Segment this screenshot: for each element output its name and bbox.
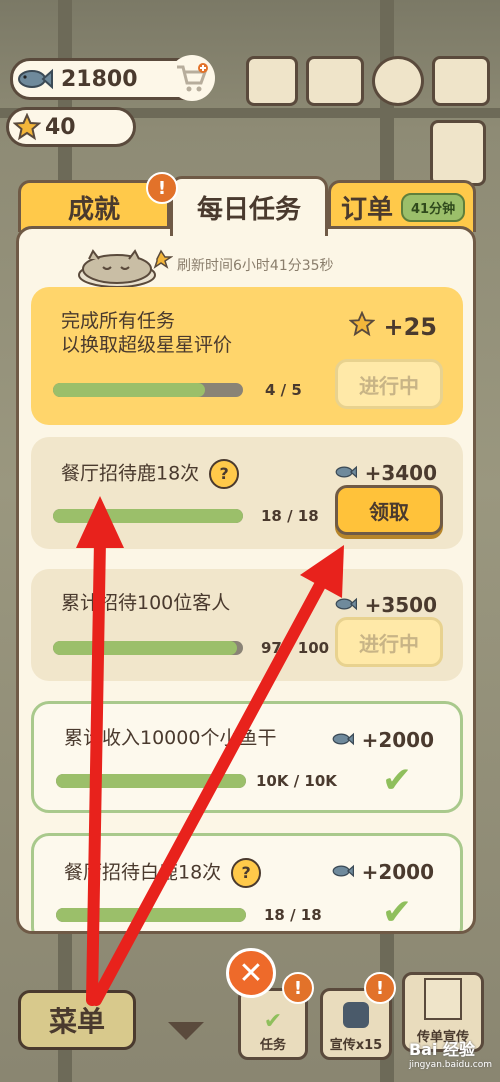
fish-reward-icon	[335, 593, 357, 617]
task-progress-fill	[53, 383, 205, 397]
tab-daily-tasks[interactable]: 每日任务	[170, 176, 328, 236]
task-reward: +2000	[332, 728, 434, 752]
fish-reward-icon	[335, 461, 357, 485]
task-reward: +3400	[335, 461, 437, 485]
task-title-line: 以换取超级星星评价	[61, 334, 233, 356]
help-icon[interactable]: ?	[209, 459, 240, 489]
task-title: 餐厅招待白鹿18次?	[64, 858, 262, 888]
task-progress-text: 18 / 18	[264, 906, 322, 924]
task-progress-bar	[53, 383, 243, 397]
collapse-arrow-icon[interactable]	[168, 1022, 204, 1040]
task-card-white-deer: 餐厅招待白鹿18次? +2000 18 / 18 ✔	[31, 833, 463, 933]
task-progress-bar	[56, 908, 246, 922]
task-title: 餐厅招待鹿18次?	[61, 459, 240, 489]
reward-amount: +25	[383, 312, 437, 341]
star-icon	[12, 112, 42, 141]
watermark-url: jingyan.baidu.com	[408, 1060, 492, 1070]
completed-check-icon: ✔	[381, 892, 412, 933]
task-card-customers: 累计招待100位客人 +3500 97 / 100 进行中	[31, 569, 463, 681]
fish-currency[interactable]: 21800	[10, 55, 215, 101]
promotion-card-icon	[343, 1002, 369, 1028]
reward-amount: +3400	[364, 461, 437, 485]
checklist-icon: ✔	[263, 1009, 283, 1034]
map-icon[interactable]	[432, 56, 490, 106]
task-progress-text: 4 / 5	[265, 381, 302, 399]
task-progress-fill	[53, 509, 243, 523]
tasks-button-label: 任务	[259, 1038, 286, 1053]
reward-amount: +3500	[364, 593, 437, 617]
in-progress-button[interactable]: 进行中	[335, 359, 443, 409]
fish-icon	[17, 67, 53, 91]
task-progress-bar	[53, 509, 243, 523]
floor-selector-icon[interactable]	[430, 120, 486, 186]
watermark-brand: Bai 经验	[408, 1040, 475, 1059]
tab-daily-label: 每日任务	[196, 195, 301, 225]
reward-amount: +2000	[361, 860, 434, 884]
fish-reward-icon	[332, 860, 354, 884]
task-card-income: 累计收入10000个小鱼干 +2000 10K / 10K ✔	[31, 701, 463, 813]
tab-orders-label: 订单	[341, 195, 394, 225]
completed-check-icon: ✔	[381, 760, 412, 801]
fish-reward-icon	[332, 728, 354, 752]
task-card-complete-all: 完成所有任务 以换取超级星星评价 +25 4 / 5 进行中	[31, 287, 463, 425]
task-progress-text: 10K / 10K	[256, 772, 337, 790]
reward-amount: +2000	[361, 728, 434, 752]
alert-badge-icon: !	[146, 172, 178, 204]
star-reward-icon	[348, 310, 376, 342]
task-reward: +25	[348, 310, 437, 342]
fish-count: 21800	[61, 66, 138, 92]
promotion-button-label: 宣传x15	[329, 1038, 383, 1053]
menu-button[interactable]: 菜单	[18, 990, 136, 1050]
refresh-timer: 刷新时间6小时41分35秒	[177, 258, 334, 274]
task-reward: +3500	[335, 593, 437, 617]
in-progress-button[interactable]: 进行中	[335, 617, 443, 667]
alert-badge-icon: !	[282, 972, 314, 1004]
tab-orders[interactable]: 订单 41分钟	[328, 180, 476, 232]
daily-tasks-panel: 刷新时间6小时41分35秒 完成所有任务 以换取超级星星评价 +25 4 / 5…	[16, 226, 476, 934]
close-button[interactable]: ✕	[226, 948, 276, 998]
tab-achievements-label: 成就	[67, 195, 120, 225]
task-title-text: 餐厅招待白鹿18次	[64, 861, 222, 884]
settings-gear-icon[interactable]	[372, 56, 424, 106]
task-title: 完成所有任务 以换取超级星星评价	[61, 309, 232, 357]
task-title: 累计招待100位客人	[61, 592, 231, 614]
orders-timer-badge: 41分钟	[401, 193, 466, 222]
task-progress-text: 18 / 18	[261, 507, 319, 525]
task-list[interactable]: 完成所有任务 以换取超级星星评价 +25 4 / 5 进行中 餐厅招待鹿18次?	[31, 287, 463, 933]
watermark: Bai 经验 jingyan.baidu.com	[409, 1036, 492, 1070]
shop-cart-icon[interactable]	[169, 55, 215, 101]
task-reward: +2000	[332, 860, 434, 884]
task-title: 累计收入10000个小鱼干	[64, 727, 277, 749]
flyer-icon	[424, 978, 462, 1020]
paw-book-icon[interactable]	[306, 56, 364, 106]
help-icon[interactable]: ?	[231, 858, 262, 888]
menu-button-label: 菜单	[48, 1005, 105, 1038]
task-progress-fill	[56, 908, 246, 922]
task-card-deer: 餐厅招待鹿18次? +3400 18 / 18 领取	[31, 437, 463, 549]
task-progress-bar	[56, 774, 246, 788]
recipe-book-icon[interactable]	[246, 56, 298, 106]
cat-mascot-icon	[73, 247, 174, 289]
claim-button[interactable]: 领取	[335, 485, 443, 535]
task-progress-fill	[53, 641, 238, 655]
star-currency[interactable]: 40	[6, 107, 136, 147]
task-title-line: 完成所有任务	[61, 310, 176, 332]
task-progress-fill	[56, 774, 246, 788]
task-progress-bar	[53, 641, 243, 655]
task-title-text: 餐厅招待鹿18次	[61, 462, 200, 485]
task-progress-text: 97 / 100	[261, 639, 330, 657]
alert-badge-icon: !	[364, 972, 396, 1004]
star-count: 40	[45, 114, 76, 140]
